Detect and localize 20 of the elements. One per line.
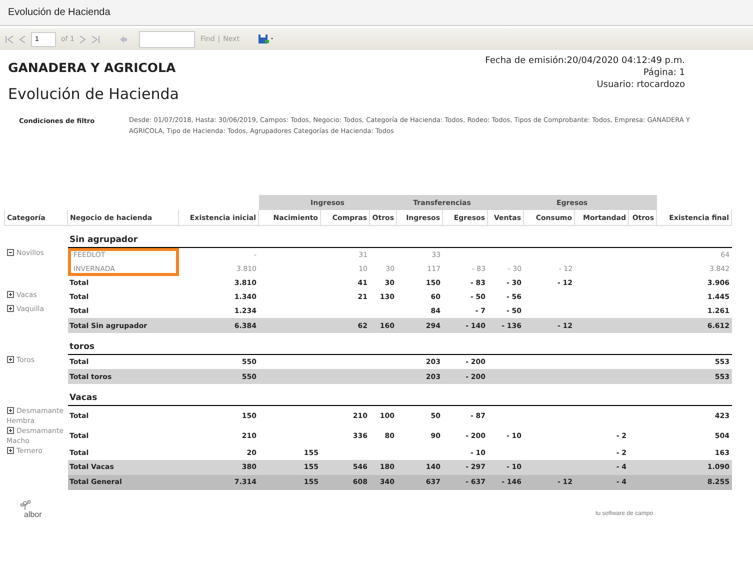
company-name: GANADERA Y AGRICOLA bbox=[8, 60, 177, 75]
expand-icon[interactable] bbox=[6, 291, 14, 298]
expand-icon[interactable] bbox=[6, 356, 14, 362]
report-meta: Página: 1 bbox=[642, 67, 685, 79]
expand-icon[interactable] bbox=[6, 406, 14, 414]
group-heading: toros bbox=[68, 333, 732, 354]
collapse-icon[interactable] bbox=[6, 248, 14, 256]
expand-icon[interactable] bbox=[6, 446, 14, 454]
expand-icon[interactable] bbox=[6, 426, 14, 434]
report-title: Evolución de Hacienda bbox=[8, 85, 179, 103]
logo-text: albor bbox=[24, 510, 42, 518]
group-heading: Sin agrupador bbox=[68, 226, 732, 248]
expand-icon[interactable] bbox=[6, 305, 14, 312]
save-icon[interactable] bbox=[258, 34, 276, 44]
window-title: Evolución de Hacienda bbox=[8, 7, 110, 18]
tree-logo-icon bbox=[20, 500, 32, 510]
report-meta: Fecha de emisión:20/04/2020 04:12:49 p.m. bbox=[485, 55, 685, 67]
group-heading: Vacas bbox=[68, 384, 732, 406]
report-meta: Usuario: rtocardozo bbox=[596, 79, 685, 91]
find-field[interactable] bbox=[139, 30, 196, 48]
